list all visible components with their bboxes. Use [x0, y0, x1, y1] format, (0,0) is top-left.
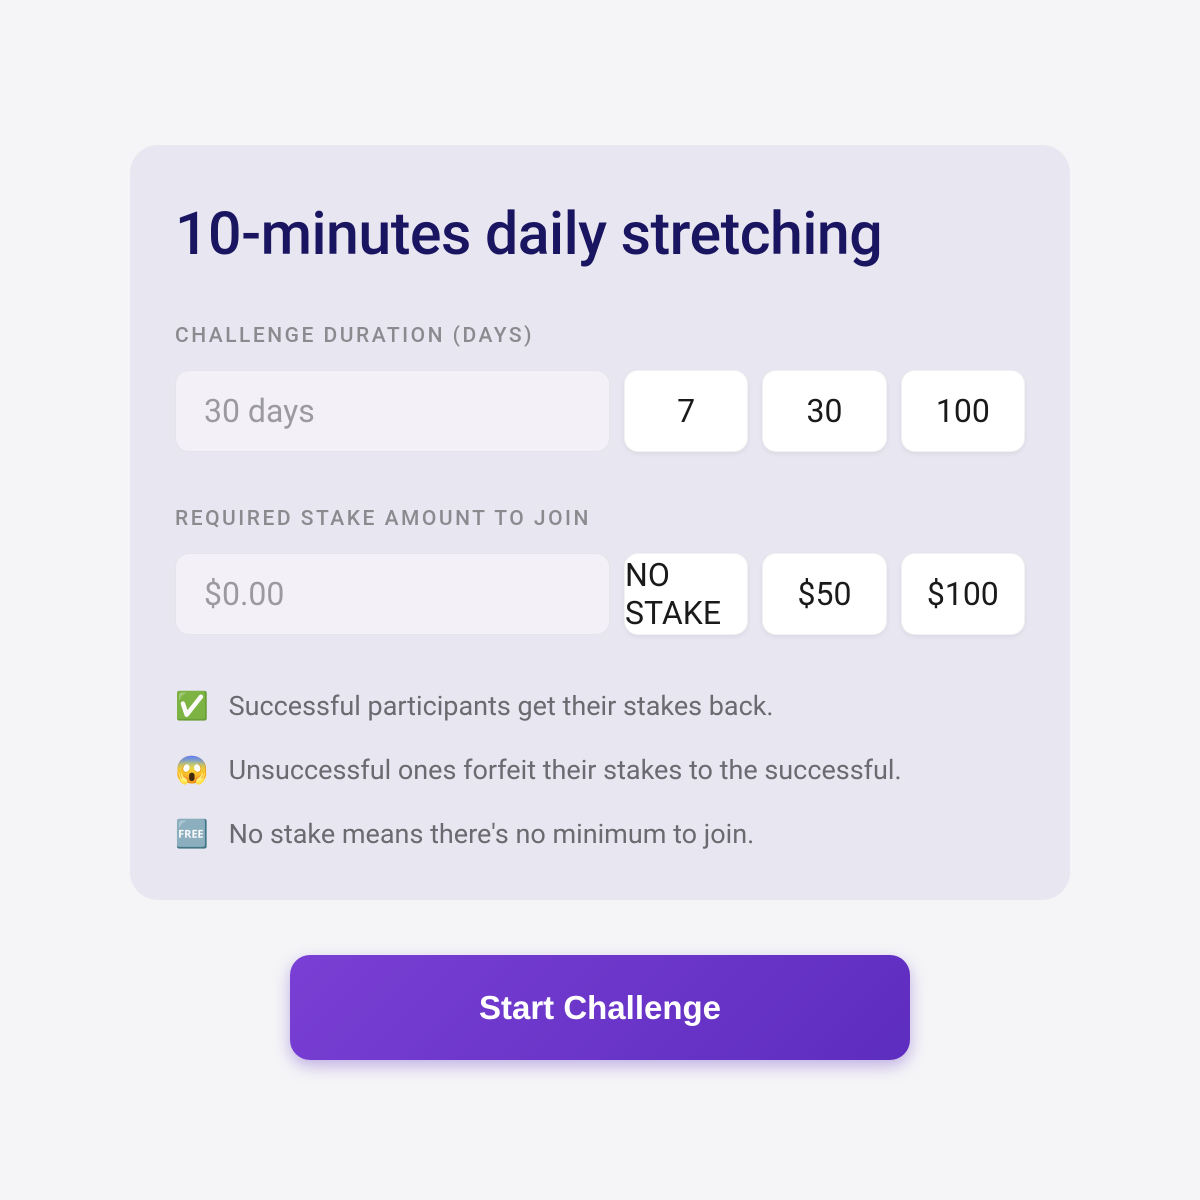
info-item-forfeit: 😱 Unsuccessful ones forfeit their stakes… [175, 754, 1025, 786]
challenge-title: 10-minutes daily stretching [175, 200, 1025, 269]
info-item-nostake: 🆓 No stake means there's no minimum to j… [175, 818, 1025, 850]
stake-option-nostake[interactable]: NO STAKE [624, 553, 748, 635]
duration-options-row: 7 30 100 [175, 370, 1025, 452]
duration-option-7[interactable]: 7 [624, 370, 748, 452]
info-text: Unsuccessful ones forfeit their stakes t… [229, 754, 902, 786]
info-item-success: ✅ Successful participants get their stak… [175, 690, 1025, 722]
info-text: Successful participants get their stakes… [229, 690, 774, 722]
duration-label: CHALLENGE DURATION (DAYS) [175, 324, 1025, 348]
stake-label: REQUIRED STAKE AMOUNT TO JOIN [175, 507, 1025, 531]
duration-input[interactable] [175, 370, 610, 452]
stake-options-row: NO STAKE $50 $100 [175, 553, 1025, 635]
check-icon: ✅ [175, 690, 209, 722]
challenge-card: 10-minutes daily stretching CHALLENGE DU… [130, 145, 1070, 900]
info-text: No stake means there's no minimum to joi… [229, 818, 755, 850]
scream-icon: 😱 [175, 754, 209, 786]
stake-input[interactable] [175, 553, 610, 635]
stake-option-50[interactable]: $50 [762, 553, 886, 635]
free-icon: 🆓 [175, 818, 209, 850]
info-list: ✅ Successful participants get their stak… [175, 690, 1025, 850]
duration-option-30[interactable]: 30 [762, 370, 886, 452]
duration-option-100[interactable]: 100 [901, 370, 1025, 452]
stake-option-100[interactable]: $100 [901, 553, 1025, 635]
start-challenge-button[interactable]: Start Challenge [290, 955, 910, 1060]
